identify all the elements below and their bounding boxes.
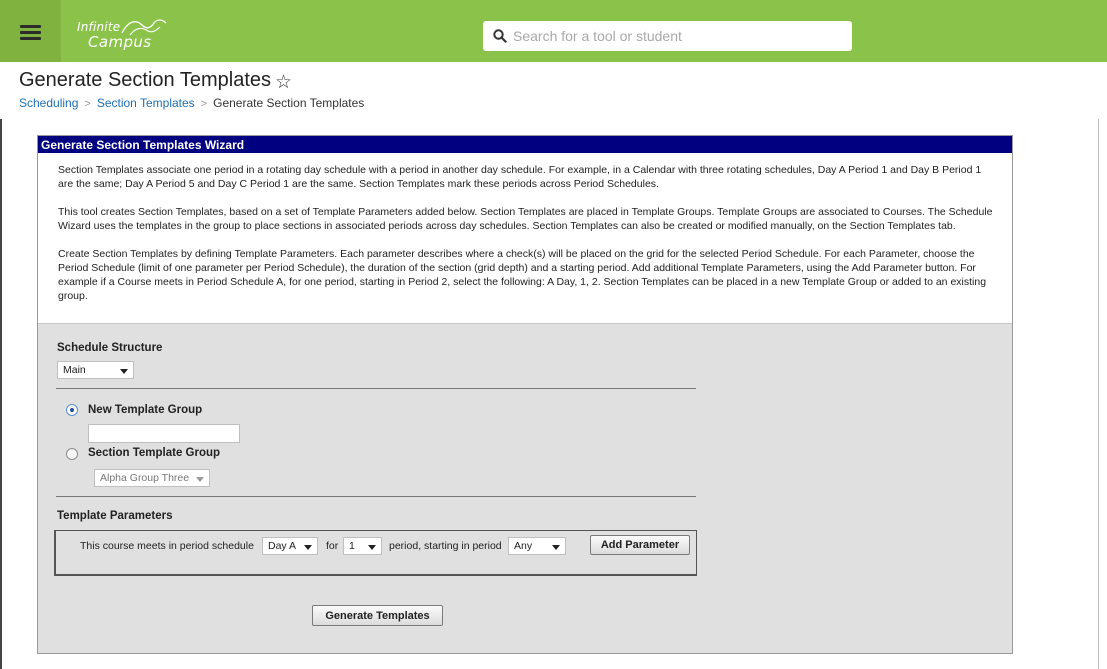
description-paragraph: Create Section Templates by defining Tem…	[58, 248, 987, 302]
chevron-down-icon	[196, 477, 204, 482]
section-template-group-value: Alpha Group Three	[100, 472, 190, 484]
search-icon	[493, 29, 507, 43]
generate-templates-wizard: Generate Section Templates Wizard Sectio…	[37, 135, 1013, 654]
template-parameter-row: This course meets in period schedule Day…	[54, 530, 697, 576]
wizard-title: Generate Section Templates Wizard	[38, 136, 1012, 153]
infinite-campus-logo[interactable]: Infinite Campus	[77, 19, 177, 54]
description-paragraph: This tool creates Section Templates, bas…	[58, 206, 993, 232]
schedule-structure-label: Schedule Structure	[57, 342, 163, 354]
hamburger-icon-line	[20, 37, 41, 40]
top-bar: Infinite Campus	[0, 0, 1107, 62]
hamburger-icon-line	[20, 31, 41, 34]
chevron-down-icon	[552, 545, 560, 550]
section-template-group-select[interactable]: Alpha Group Three	[94, 469, 210, 487]
content-frame-right-border	[1098, 119, 1099, 669]
duration-value: 1	[349, 540, 355, 552]
content-frame-left-border	[0, 119, 2, 669]
section-template-group-label: Section Template Group	[88, 447, 221, 459]
favorite-star-icon[interactable]: ☆	[275, 71, 292, 93]
section-divider	[56, 496, 696, 497]
period-schedule-select[interactable]: Day A	[262, 537, 318, 555]
schedule-structure-value: Main	[63, 364, 86, 376]
breadcrumb-section-templates[interactable]: Section Templates	[97, 96, 195, 110]
logo-swoosh-icon	[121, 19, 167, 36]
section-template-group-radio[interactable]	[66, 448, 78, 460]
breadcrumb-separator-icon: >	[200, 98, 208, 110]
chevron-down-icon	[368, 545, 376, 550]
starting-period-select[interactable]: Any	[508, 537, 566, 555]
duration-select[interactable]: 1	[343, 537, 382, 555]
new-template-group-input[interactable]	[88, 424, 240, 443]
chevron-down-icon	[304, 545, 312, 550]
section-divider	[56, 388, 696, 389]
logo-text-top: Infinite	[77, 20, 121, 34]
period-schedule-value: Day A	[268, 540, 297, 552]
breadcrumb-current: Generate Section Templates	[213, 96, 365, 110]
chevron-down-icon	[120, 369, 128, 374]
description-paragraph: Section Templates associate one period i…	[58, 164, 982, 190]
hamburger-icon	[20, 25, 41, 28]
param-meets-text: This course meets in period schedule	[80, 540, 254, 552]
new-template-group-radio[interactable]	[66, 404, 78, 416]
param-for-text: for	[326, 540, 339, 552]
breadcrumb-separator-icon: >	[84, 98, 91, 110]
new-template-group-label: New Template Group	[88, 404, 203, 416]
breadcrumb-scheduling[interactable]: Scheduling	[19, 96, 78, 110]
search-input[interactable]	[513, 25, 843, 47]
wizard-description: Section Templates associate one period i…	[38, 153, 1012, 324]
template-parameters-label: Template Parameters	[57, 510, 173, 522]
add-parameter-button[interactable]: Add Parameter	[590, 535, 690, 555]
page-title: Generate Section Templates	[19, 69, 272, 91]
param-starting-text: period, starting in period	[389, 540, 502, 552]
breadcrumb: Scheduling > Section Templates > Generate Se…	[19, 96, 364, 110]
generate-templates-button[interactable]: Generate Templates	[312, 605, 443, 626]
schedule-structure-select[interactable]: Main	[57, 361, 134, 379]
global-search[interactable]	[483, 21, 852, 51]
menu-button[interactable]	[0, 0, 61, 62]
starting-period-value: Any	[514, 540, 533, 552]
